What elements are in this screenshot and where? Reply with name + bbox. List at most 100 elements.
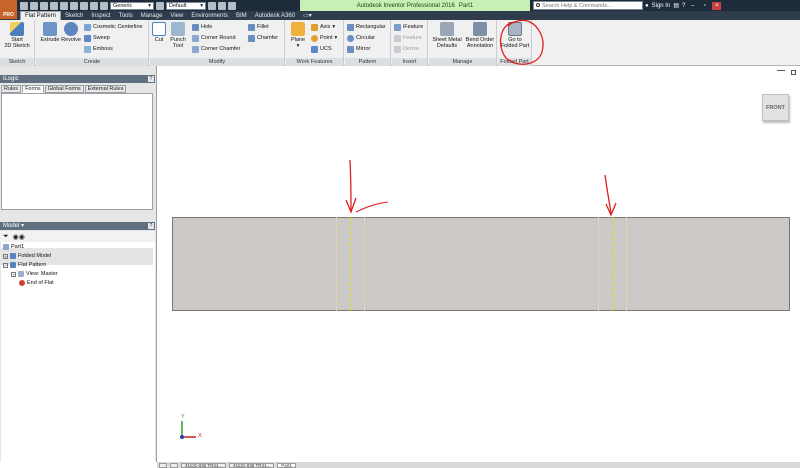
doc-tab-3[interactable]: 41131-036 TR41... bbox=[181, 462, 227, 468]
tab-external-rules[interactable]: External Rules bbox=[84, 85, 127, 93]
tab-inspect[interactable]: Inspect bbox=[87, 11, 114, 20]
appearance-select[interactable]: Generic ▾ bbox=[110, 1, 154, 10]
chamfer-button[interactable]: Chamfer bbox=[248, 33, 278, 43]
mirror-button[interactable]: Mirror bbox=[347, 44, 370, 54]
tree-item-end-of-flat[interactable]: End of Flat bbox=[19, 279, 54, 287]
sketch-panel: Start 2D Sketch Sketch bbox=[0, 20, 35, 66]
parameters-icon[interactable] bbox=[218, 1, 226, 10]
viewcube[interactable]: FRONT bbox=[762, 94, 789, 121]
tab-manage[interactable]: Manage bbox=[137, 11, 167, 20]
ribbon-options-icon[interactable]: ▭▾ bbox=[299, 11, 316, 20]
doc-minimize-button[interactable] bbox=[777, 70, 785, 74]
start-2d-sketch-button[interactable]: Start 2D Sketch bbox=[4, 22, 30, 49]
doc-tab-4[interactable]: 41131-036 TR41... bbox=[229, 462, 275, 468]
user-icon[interactable]: ● bbox=[645, 3, 649, 9]
point-icon bbox=[311, 34, 318, 42]
sheet-metal-defaults-button[interactable]: Sheet Metal Defaults bbox=[432, 22, 462, 49]
open-icon[interactable] bbox=[30, 1, 38, 10]
model-browser-title: Model bbox=[3, 223, 20, 229]
circular-pattern-button[interactable]: Circular bbox=[347, 33, 375, 43]
flat-pattern-icon bbox=[10, 262, 16, 268]
help-icon[interactable]: ? bbox=[148, 76, 154, 82]
corner-chamfer-label: Corner Chamfer bbox=[201, 46, 241, 52]
search-input[interactable]: Search Help & Commands... bbox=[533, 1, 643, 10]
binoculars-icon[interactable]: ◉◉ bbox=[13, 233, 25, 241]
point-button[interactable]: Point ▾ bbox=[311, 33, 337, 43]
corner-round-button[interactable]: Corner Round bbox=[192, 33, 236, 43]
ilogic-title: iLogic bbox=[3, 76, 19, 82]
tab-forms[interactable]: Forms bbox=[22, 85, 44, 93]
ucs-button[interactable]: UCS bbox=[311, 44, 332, 54]
axis-icon bbox=[311, 23, 318, 31]
ribbon: Start 2D Sketch Sketch Extrude Revolve C… bbox=[0, 20, 800, 66]
rectangular-pattern-button[interactable]: Rectangular bbox=[347, 22, 386, 32]
bend-order-annotation-button[interactable]: Bend Order Annotation bbox=[464, 22, 496, 49]
style-select[interactable]: Default ▾ bbox=[166, 1, 206, 10]
tab-environments[interactable]: Environments bbox=[187, 11, 232, 20]
help-icon[interactable]: ? bbox=[148, 223, 154, 229]
sketch-icon bbox=[10, 22, 24, 36]
material-icon[interactable] bbox=[100, 1, 108, 10]
plane-button[interactable]: Plane ▾ bbox=[285, 22, 311, 49]
punch-tool-icon bbox=[171, 22, 185, 36]
appearance-icon[interactable] bbox=[156, 1, 164, 10]
triad-x-label: X bbox=[198, 433, 202, 439]
clear-override-icon[interactable] bbox=[208, 1, 216, 10]
tab-rules[interactable]: Rules bbox=[1, 85, 22, 93]
axis-label: Axis bbox=[320, 24, 331, 30]
doc-restore-button[interactable] bbox=[791, 70, 796, 75]
tab-sketch[interactable]: Sketch bbox=[61, 11, 87, 20]
flat-pattern-part[interactable] bbox=[172, 217, 790, 311]
home-icon[interactable] bbox=[70, 1, 78, 10]
application-menu-button[interactable]: PRO bbox=[0, 0, 17, 19]
app-title: Autodesk Inventor Professional 2016 bbox=[356, 2, 455, 9]
redo-icon[interactable] bbox=[60, 1, 68, 10]
tab-view[interactable]: View bbox=[166, 11, 187, 20]
minimize-button[interactable]: – bbox=[688, 2, 697, 10]
corner-chamfer-button[interactable]: Corner Chamfer bbox=[192, 44, 240, 54]
expand-icon[interactable]: + bbox=[11, 271, 16, 277]
save-icon[interactable] bbox=[40, 1, 48, 10]
go-to-folded-part-button[interactable]: Go to Folded Part bbox=[500, 22, 530, 49]
tab-flat-pattern[interactable]: Flat Pattern bbox=[20, 11, 62, 20]
filter-icon[interactable]: ⏷ bbox=[3, 233, 9, 241]
tab-bim[interactable]: BIM bbox=[232, 11, 251, 20]
new-icon[interactable] bbox=[20, 1, 28, 10]
update-icon[interactable] bbox=[80, 1, 88, 10]
sign-in-link[interactable]: Sign In bbox=[652, 3, 671, 9]
tab-tools[interactable]: Tools bbox=[115, 11, 137, 20]
bend-order-label-2: Annotation bbox=[466, 43, 494, 49]
doc-tab-1[interactable] bbox=[159, 462, 167, 468]
undo-icon[interactable] bbox=[50, 1, 58, 10]
tree-item-folded-model[interactable]: + Folded Model bbox=[3, 252, 51, 260]
ifeature-button[interactable]: iFeature bbox=[394, 22, 423, 32]
emboss-button[interactable]: Emboss bbox=[84, 44, 113, 54]
collapse-icon[interactable]: − bbox=[3, 262, 8, 268]
maximize-button[interactable]: ▫ bbox=[700, 2, 709, 10]
select-icon[interactable] bbox=[90, 1, 98, 10]
cart-icon[interactable]: ▤ bbox=[673, 2, 679, 9]
model-browser-header[interactable]: Model ▾ ? bbox=[0, 222, 155, 230]
doc-tab-part1[interactable]: Part1 bbox=[277, 462, 297, 468]
sweep-button[interactable]: Sweep bbox=[84, 33, 110, 43]
doc-tab-2[interactable] bbox=[170, 462, 178, 468]
coordinate-triad: Y X bbox=[178, 414, 202, 441]
hole-button[interactable]: Hole bbox=[192, 22, 212, 32]
expand-icon[interactable]: + bbox=[3, 253, 8, 259]
fillet-button[interactable]: Fillet bbox=[248, 22, 269, 32]
punch-tool-button[interactable]: Punch Tool bbox=[165, 22, 191, 49]
bend-centerline[interactable] bbox=[350, 217, 351, 311]
tree-item-view-master[interactable]: + View: Master bbox=[11, 270, 58, 278]
measure-icon[interactable] bbox=[228, 1, 236, 10]
axis-button[interactable]: Axis ▾ bbox=[311, 22, 335, 32]
derive-label: Derive bbox=[403, 46, 419, 52]
bend-centerline[interactable] bbox=[612, 217, 613, 311]
revolve-button[interactable]: Revolve bbox=[58, 22, 84, 43]
tree-item-part[interactable]: Part1 bbox=[3, 243, 24, 251]
cosmetic-centerline-button[interactable]: Cosmetic Centerline bbox=[84, 22, 143, 32]
tree-item-flat-pattern[interactable]: − Flat Pattern bbox=[3, 261, 46, 269]
tab-global-forms[interactable]: Global Forms bbox=[44, 85, 84, 93]
help-icon[interactable]: ? bbox=[682, 3, 685, 9]
close-button[interactable]: × bbox=[712, 1, 722, 10]
tab-autodesk-a360[interactable]: Autodesk A360 bbox=[251, 11, 299, 20]
